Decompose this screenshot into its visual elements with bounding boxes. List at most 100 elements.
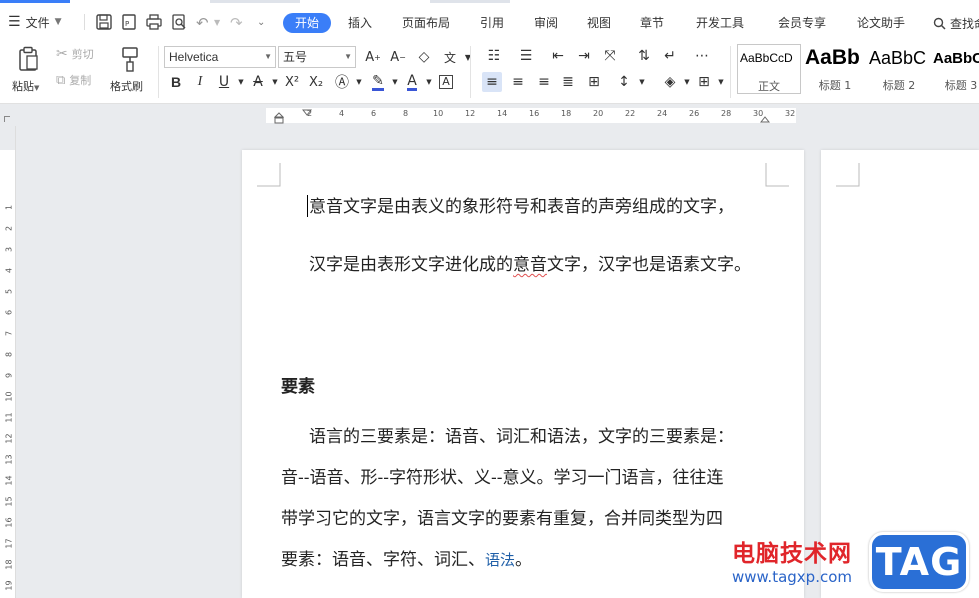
ruler-tick: 20 [593, 109, 604, 118]
export-pdf-icon[interactable]: P [120, 13, 138, 31]
text-run: 要素：语音、字符、词汇、 [281, 550, 485, 570]
chevron-down-icon[interactable]: ▼ [458, 47, 478, 67]
paragraph-line[interactable]: 意音文字是由表义的象形符号和表音的声旁组成的文字， [309, 195, 734, 219]
paragraph-line[interactable]: 要素：语音、字符、词汇、语法。 [281, 548, 532, 572]
search-command-label: 查找命 [950, 16, 979, 31]
tab-member[interactable]: 会员专享 [778, 13, 826, 33]
ruler-tick: 15 [4, 496, 14, 507]
ruler-tick: 1 [4, 204, 14, 211]
chevron-down-icon: ▼ [344, 52, 352, 61]
format-painter-button[interactable]: 格式刷 [108, 44, 154, 98]
increase-font-size-icon[interactable]: A + [363, 47, 383, 67]
scissors-icon: ✂ [56, 46, 68, 62]
tab-page-layout[interactable]: 页面布局 [402, 13, 450, 33]
style-heading-3[interactable]: AaBbC 标题 3 [931, 44, 979, 94]
copy-button[interactable]: ⧉ 复制 [56, 72, 91, 88]
tab-insert[interactable]: 插入 [348, 13, 372, 33]
search-command[interactable]: 查找命 [933, 13, 979, 33]
paragraph-line[interactable]: 带学习它的文字，语言文字的要素有重复，合并同类型为四 [281, 507, 723, 531]
chevron-down-icon[interactable]: ▼ [711, 72, 731, 92]
tab-chapter[interactable]: 章节 [640, 13, 664, 33]
format-painter-icon [122, 47, 138, 72]
ruler-tick: 13 [4, 454, 14, 465]
text-run: 文字，汉字也是语素文字。 [547, 255, 751, 275]
search-icon [933, 17, 946, 30]
horizontal-ruler[interactable]: 2 4 6 8 10 12 14 16 18 20 22 24 26 28 30… [0, 104, 979, 126]
print-preview-icon[interactable] [170, 13, 188, 31]
style-normal[interactable]: AaBbCcD 正文 [737, 44, 801, 94]
chinese-layout-icon[interactable]: ⤧ [600, 46, 620, 66]
file-menu[interactable]: ☰ 文件 ▼ [8, 4, 62, 40]
styles-gallery: AaBbCcD 正文 AaBb 标题 1 AaBbC 标题 2 AaBbC 标题… [737, 44, 979, 94]
tab-review[interactable]: 审阅 [534, 13, 558, 33]
tab-thesis-assistant[interactable]: 论文助手 [857, 13, 905, 33]
clear-format-icon[interactable]: ◇ [414, 47, 434, 67]
ruler-tick: 10 [4, 391, 14, 402]
numbered-list-icon[interactable]: ☰ [516, 46, 536, 66]
cut-label: 剪切 [71, 48, 94, 61]
paste-label: 粘贴 [12, 80, 34, 93]
ruler-tick: 8 [403, 109, 409, 118]
paragraph-line[interactable]: 汉字是由表形文字进化成的意音文字，汉字也是语素文字。 [309, 253, 751, 277]
spellcheck-flagged-word[interactable]: 意音 [513, 255, 547, 275]
ruler-tick: 16 [529, 109, 540, 118]
tab-developer[interactable]: 开发工具 [696, 13, 744, 33]
vertical-ruler[interactable]: 1 2 3 4 5 6 7 8 9 10 11 12 13 14 15 16 1… [0, 150, 16, 598]
chevron-down-icon[interactable]: ▼ [632, 72, 652, 92]
style-heading-2[interactable]: AaBbC 标题 2 [867, 44, 931, 94]
ruler-tick: 6 [4, 309, 14, 316]
bullet-list-icon[interactable]: ☷ [484, 46, 504, 66]
paragraph-line[interactable]: 音--语音、形--字符形状、义--意义。学习一门语言，往往连 [281, 466, 723, 490]
undo-icon[interactable]: ↶ [196, 13, 209, 33]
decrease-indent-icon[interactable]: ⇤ [548, 46, 568, 66]
left-indent-marker[interactable] [273, 112, 285, 124]
subscript-icon[interactable]: X₂ [306, 72, 326, 92]
justify-icon[interactable]: ≣ [558, 72, 578, 92]
watermark-url: www.tagxp.com [732, 568, 852, 586]
section-heading[interactable]: 要素 [281, 372, 315, 397]
italic-icon[interactable]: I [190, 72, 210, 92]
document-page[interactable]: 意音文字是由表义的象形符号和表音的声旁组成的文字， 汉字是由表形文字进化成的意音… [242, 150, 804, 598]
decrease-font-size-icon[interactable]: A − [388, 47, 408, 67]
ruler-tick: 19 [4, 580, 14, 591]
ruler-tick: 17 [4, 538, 14, 549]
more-icon[interactable]: ⌄ [257, 13, 265, 33]
style-heading-1[interactable]: AaBb 标题 1 [803, 44, 867, 94]
ruler-tick: 24 [657, 109, 668, 118]
character-border-icon[interactable]: A [436, 72, 456, 92]
print-icon[interactable] [145, 13, 163, 31]
distributed-align-icon[interactable]: ⊞ [584, 72, 604, 92]
bold-icon[interactable]: B [166, 72, 186, 92]
tab-selector-icon[interactable] [4, 116, 10, 122]
sort-icon[interactable]: ⇅ [634, 46, 654, 66]
increase-indent-icon[interactable]: ⇥ [574, 46, 594, 66]
ruler-tick: 18 [561, 109, 572, 118]
undo-dropdown-icon[interactable]: ▼ [214, 13, 220, 33]
chevron-down-icon[interactable]: ▼ [349, 72, 369, 92]
align-center-icon[interactable]: ≡ [508, 72, 528, 92]
highlighted-word[interactable]: 语法 [485, 551, 515, 569]
line-spacing-icon[interactable]: ↕ [614, 72, 634, 92]
tab-leader-icon[interactable]: ⋯ [692, 46, 712, 66]
tab-view[interactable]: 视图 [587, 13, 611, 33]
ruler-tick: 6 [371, 109, 377, 118]
tab-references[interactable]: 引用 [480, 13, 504, 33]
show-hide-marks-icon[interactable]: ↵ [660, 46, 680, 66]
cut-button[interactable]: ✂ 剪切 [56, 46, 94, 62]
paragraph-line[interactable]: 语言的三要素是：语音、词汇和语法，文字的三要素是： [309, 425, 734, 449]
font-name-select[interactable]: Helvetica ▼ [164, 46, 276, 68]
redo-icon[interactable]: ↷ [230, 13, 243, 33]
chevron-down-icon: ▼ [54, 17, 62, 27]
ruler-tick: 26 [689, 109, 700, 118]
align-right-icon[interactable]: ≡ [534, 72, 554, 92]
ruler-tick: 12 [4, 433, 14, 444]
text-run: 。 [515, 550, 533, 570]
font-size-select[interactable]: 五号 ▼ [278, 46, 356, 68]
align-left-icon[interactable]: ≡ [482, 72, 502, 92]
superscript-icon[interactable]: X² [282, 72, 302, 92]
paste-button[interactable]: 粘贴▼ [10, 44, 46, 98]
tab-start[interactable]: 开始 [283, 13, 331, 33]
style-name: 标题 1 [818, 79, 852, 92]
save-icon[interactable] [95, 13, 113, 31]
phonetic-guide-icon[interactable]: 文 [440, 47, 460, 67]
